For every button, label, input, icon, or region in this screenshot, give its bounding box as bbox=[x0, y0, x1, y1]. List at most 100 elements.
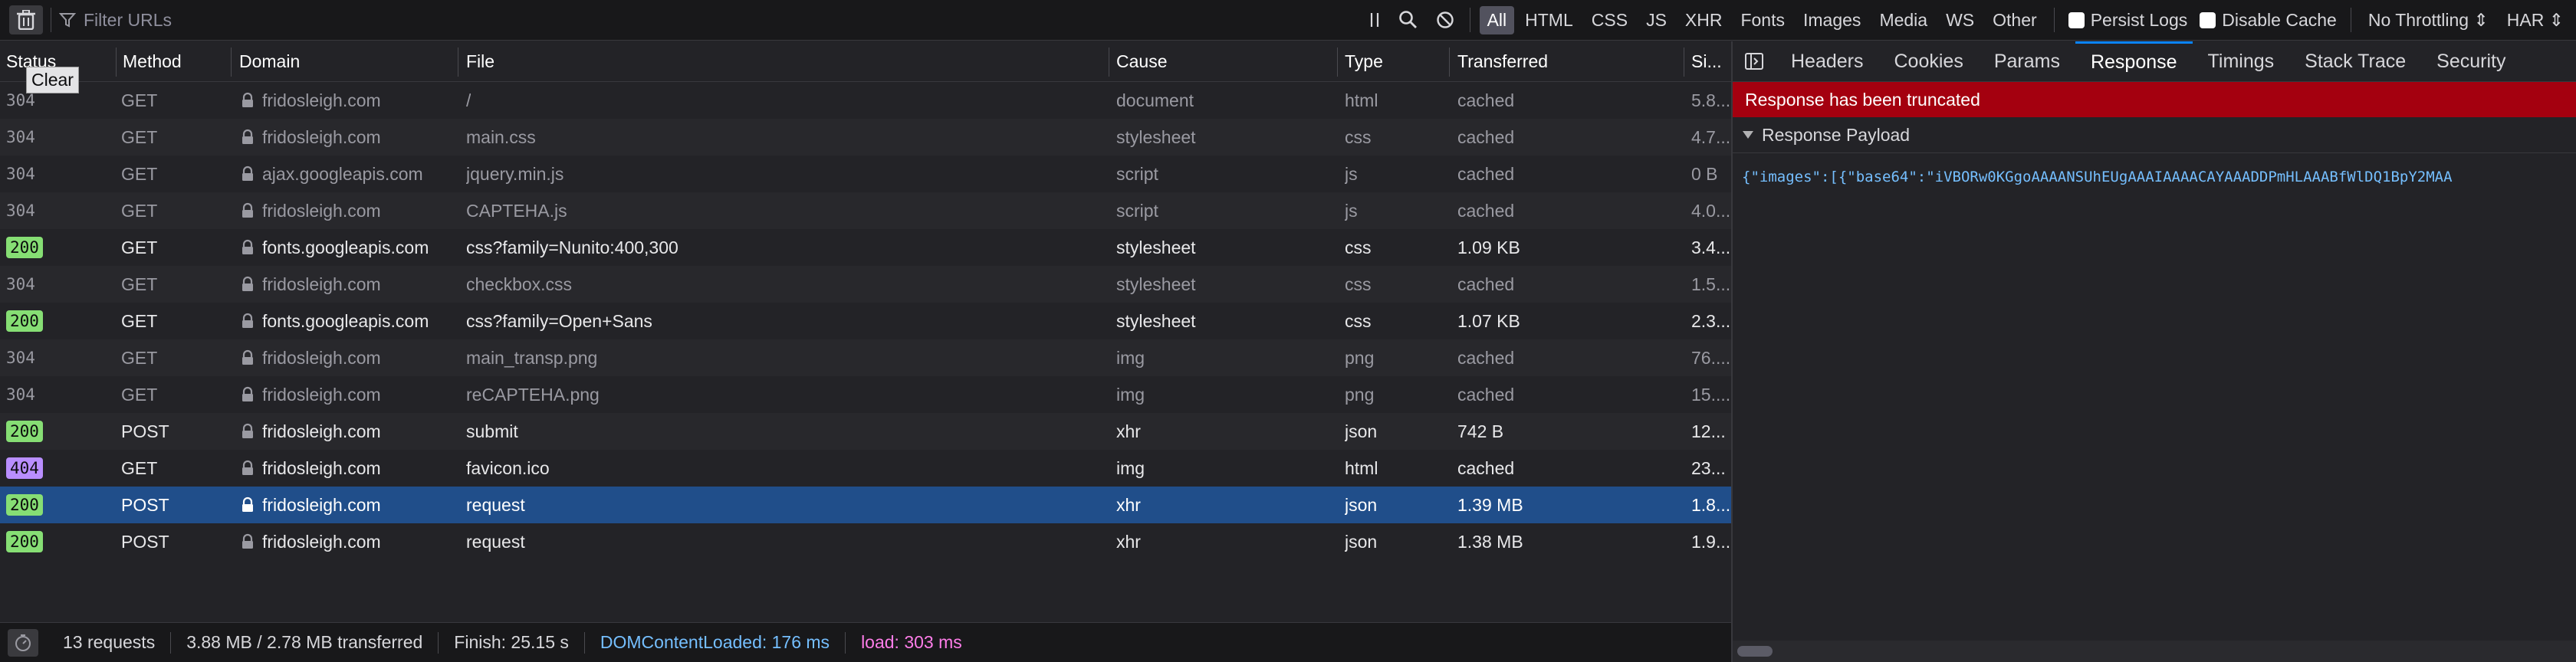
domain-cell: ajax.googleapis.com bbox=[239, 156, 423, 192]
horizontal-scrollbar[interactable] bbox=[1733, 641, 2576, 662]
method-cell: POST bbox=[121, 494, 169, 515]
block-button[interactable] bbox=[1428, 5, 1462, 34]
table-row[interactable]: 304 GET fridosleigh.com / document html cached… bbox=[0, 82, 1731, 119]
file-cell: submit bbox=[466, 421, 518, 441]
status-cell: 200 bbox=[6, 413, 43, 450]
tab-stack-trace[interactable]: Stack Trace bbox=[2289, 41, 2421, 82]
column-header-domain[interactable]: Domain bbox=[239, 41, 300, 81]
transfer-summary: 3.88 MB / 2.78 MB transferred bbox=[171, 631, 439, 654]
table-row[interactable]: 200 GET fonts.googleapis.com css?family=Nun… bbox=[0, 229, 1731, 266]
domain-text: fridosleigh.com bbox=[262, 274, 381, 294]
size-cell: 23... bbox=[1691, 457, 1726, 478]
search-button[interactable] bbox=[1388, 5, 1428, 34]
table-row[interactable]: 304 GET fridosleigh.com reCAPTEHA.png img png… bbox=[0, 376, 1731, 413]
tab-timings[interactable]: Timings bbox=[2193, 41, 2290, 82]
status-cell: 404 bbox=[6, 450, 43, 487]
size-cell: 76.... bbox=[1691, 347, 1731, 368]
column-divider[interactable] bbox=[116, 48, 117, 77]
file-cell: request bbox=[466, 531, 525, 552]
table-row[interactable]: 404 GET fridosleigh.com favicon.ico img html c… bbox=[0, 450, 1731, 487]
column-divider[interactable] bbox=[1337, 48, 1338, 77]
table-row[interactable]: 200 POST fridosleigh.com request xhr json 1.38… bbox=[0, 523, 1731, 560]
pause-button[interactable] bbox=[1361, 5, 1388, 34]
performance-button[interactable] bbox=[8, 628, 38, 657]
response-payload-header[interactable]: Response Payload bbox=[1733, 117, 2576, 153]
transferred-cell: cached bbox=[1457, 200, 1515, 221]
throttling-select[interactable]: No Throttling ⇕ bbox=[2368, 10, 2489, 31]
tab-cookies[interactable]: Cookies bbox=[1879, 41, 1979, 82]
size-cell: 5.8... bbox=[1691, 90, 1731, 110]
status-code: 304 bbox=[6, 128, 35, 146]
tab-response[interactable]: Response bbox=[2075, 41, 2193, 82]
lock-icon bbox=[242, 313, 253, 328]
domain-text: fridosleigh.com bbox=[262, 457, 381, 478]
lock-icon bbox=[242, 166, 253, 181]
type-cell: html bbox=[1345, 90, 1378, 110]
persist-logs-checkbox[interactable]: Persist Logs bbox=[2068, 10, 2187, 31]
filter-icon bbox=[59, 13, 76, 28]
filter-xhr[interactable]: XHR bbox=[1677, 6, 1730, 34]
column-header-method[interactable]: Method bbox=[123, 41, 182, 81]
table-row[interactable]: 304 GET fridosleigh.com checkbox.css stylesh… bbox=[0, 266, 1731, 303]
network-toolbar: All HTML CSS JS XHR Fonts Images Media W… bbox=[0, 0, 2576, 41]
file-cell: reCAPTEHA.png bbox=[466, 384, 600, 405]
filter-urls-input[interactable] bbox=[82, 8, 1235, 31]
block-icon bbox=[1436, 11, 1454, 28]
truncated-warning: Response has been truncated bbox=[1733, 82, 2576, 117]
scrollbar-thumb[interactable] bbox=[1737, 646, 1773, 657]
status-cell: 304 bbox=[6, 156, 35, 192]
persist-logs-box[interactable] bbox=[2068, 11, 2085, 28]
transferred-cell: 1.09 KB bbox=[1457, 237, 1520, 257]
table-row[interactable]: 200 POST fridosleigh.com submit xhr json 742 B… bbox=[0, 413, 1731, 450]
domain-text: fonts.googleapis.com bbox=[262, 237, 429, 257]
domain-cell: fridosleigh.com bbox=[239, 523, 381, 560]
transferred-cell: cached bbox=[1457, 126, 1515, 147]
disable-cache-checkbox[interactable]: Disable Cache bbox=[2200, 10, 2337, 31]
filter-html[interactable]: HTML bbox=[1517, 6, 1581, 34]
type-cell: css bbox=[1345, 274, 1372, 294]
type-cell: js bbox=[1345, 163, 1358, 184]
table-row[interactable]: 304 GET fridosleigh.com CAPTEHA.js script js c… bbox=[0, 192, 1731, 229]
type-cell: html bbox=[1345, 457, 1378, 478]
clear-tooltip: Clear bbox=[26, 67, 79, 93]
table-row[interactable]: 200 GET fonts.googleapis.com css?family=Ope… bbox=[0, 303, 1731, 339]
request-count: 13 requests bbox=[48, 631, 172, 654]
disable-cache-box[interactable] bbox=[2200, 11, 2216, 28]
table-row[interactable]: 304 GET fridosleigh.com main_transp.png img p… bbox=[0, 339, 1731, 376]
filter-other[interactable]: Other bbox=[1985, 6, 2045, 34]
filter-images[interactable]: Images bbox=[1796, 6, 1868, 34]
domain-cell: fridosleigh.com bbox=[239, 339, 381, 376]
tab-params[interactable]: Params bbox=[1979, 41, 2075, 82]
method-cell: GET bbox=[121, 457, 158, 478]
column-divider[interactable] bbox=[231, 48, 232, 77]
column-header-file[interactable]: File bbox=[466, 41, 495, 81]
column-header-type[interactable]: Type bbox=[1345, 41, 1383, 81]
filter-ws[interactable]: WS bbox=[1938, 6, 1982, 34]
table-row[interactable]: 304 GET ajax.googleapis.com jquery.min.js sc… bbox=[0, 156, 1731, 192]
tab-security[interactable]: Security bbox=[2421, 41, 2521, 82]
status-cell: 304 bbox=[6, 376, 35, 413]
column-header-transferred[interactable]: Transferred bbox=[1457, 41, 1548, 81]
har-menu[interactable]: HAR ⇕ bbox=[2507, 10, 2564, 31]
table-header: Status Method Domain File Cause Type Tra… bbox=[0, 41, 1731, 82]
clear-button[interactable] bbox=[9, 5, 43, 34]
toggle-panel-button[interactable] bbox=[1740, 48, 1768, 75]
status-cell: 304 bbox=[6, 339, 35, 376]
filter-js[interactable]: JS bbox=[1638, 6, 1674, 34]
domain-text: fridosleigh.com bbox=[262, 421, 381, 441]
table-row[interactable]: 200 POST fridosleigh.com request xhr json 1.39… bbox=[0, 487, 1731, 523]
filter-all[interactable]: All bbox=[1479, 5, 1515, 34]
table-row[interactable]: 304 GET fridosleigh.com main.css stylesheet c… bbox=[0, 119, 1731, 156]
filter-media[interactable]: Media bbox=[1871, 6, 1935, 34]
column-header-size[interactable]: Si... bbox=[1691, 41, 1722, 81]
type-filter-group: All HTML CSS JS XHR Fonts Images Media W… bbox=[1478, 5, 2046, 34]
domain-text: fridosleigh.com bbox=[262, 531, 381, 552]
column-divider[interactable] bbox=[1449, 48, 1450, 77]
tab-headers[interactable]: Headers bbox=[1776, 41, 1879, 82]
dom-content-loaded: DOMContentLoaded: 176 ms bbox=[585, 631, 846, 654]
column-header-cause[interactable]: Cause bbox=[1116, 41, 1167, 81]
filter-css[interactable]: CSS bbox=[1584, 6, 1635, 34]
filter-fonts[interactable]: Fonts bbox=[1733, 6, 1792, 34]
response-payload-text[interactable]: {"images":[{"base64":"iVBORw0KGgoAAAANSU… bbox=[1733, 153, 2576, 201]
details-tabs: Headers Cookies Params Response Timings … bbox=[1733, 41, 2576, 82]
